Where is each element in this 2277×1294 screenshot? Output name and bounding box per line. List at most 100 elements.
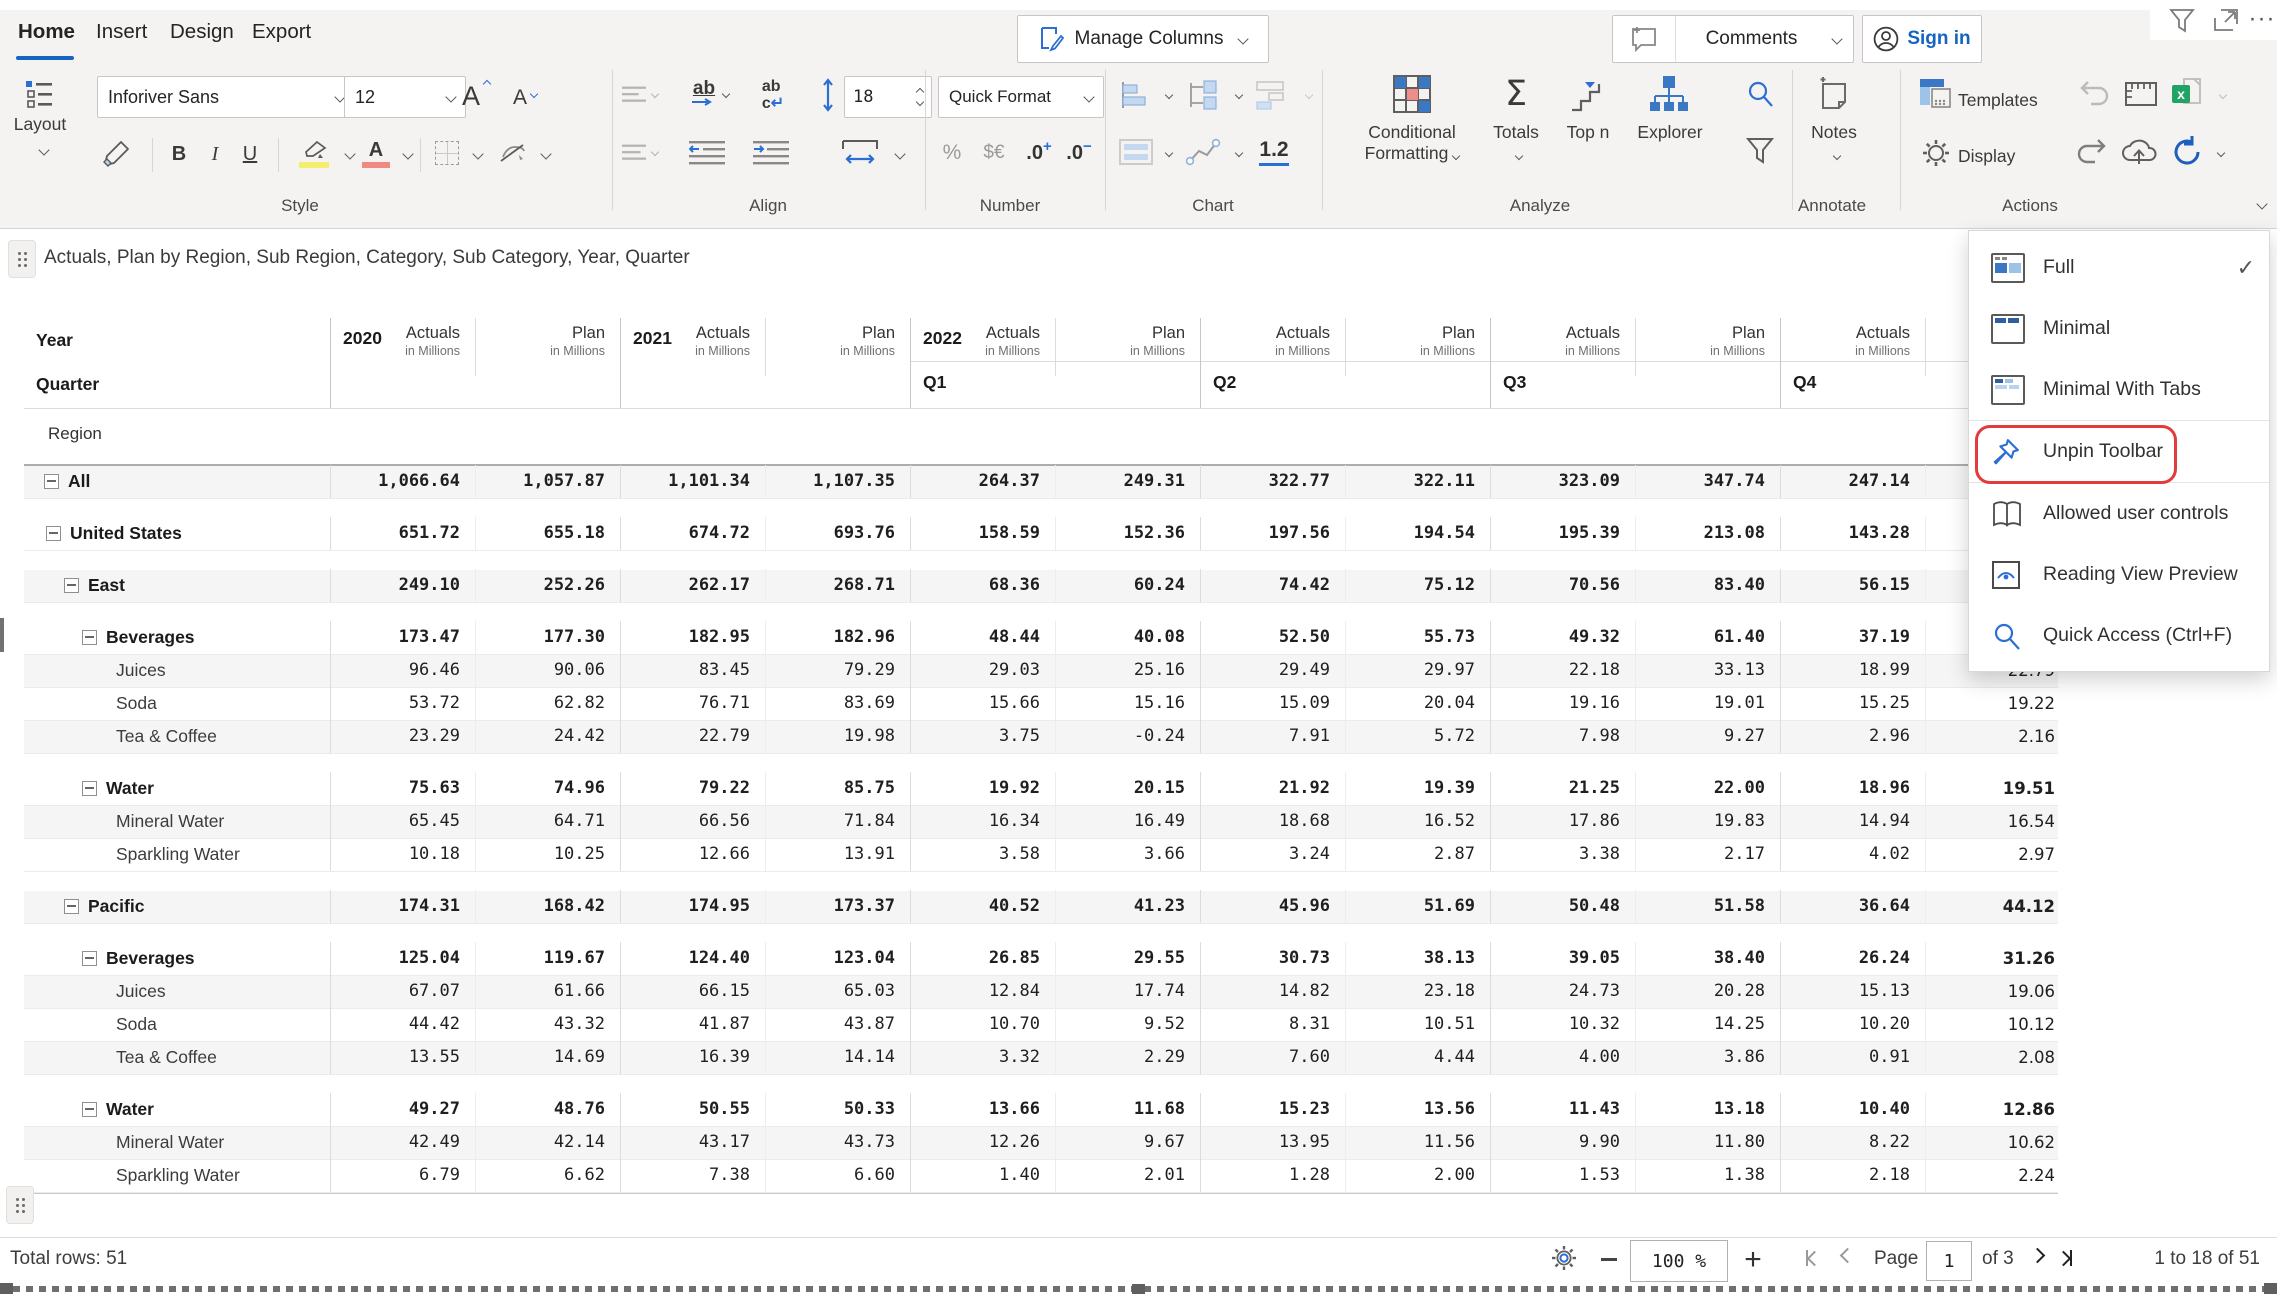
highlight-chevron-icon[interactable]	[344, 148, 355, 159]
value-cell[interactable]: 323.09	[1490, 465, 1635, 498]
bold-button[interactable]: B	[164, 136, 194, 172]
value-cell[interactable]: 19.83	[1635, 805, 1780, 838]
value-cell[interactable]: 43.87	[765, 1008, 910, 1041]
value-cell[interactable]: 79.22	[620, 772, 765, 805]
menu-item-minimal-with-tabs[interactable]: Minimal With Tabs	[1969, 359, 2269, 420]
value-cell[interactable]: 322.77	[1200, 465, 1345, 498]
highlight-color-button[interactable]	[292, 134, 336, 174]
zoom-out-button[interactable]	[1596, 1248, 1622, 1270]
value-cell[interactable]: 19.01	[1635, 687, 1780, 720]
comments-button[interactable]: Comments	[1612, 15, 1854, 63]
manage-columns-button[interactable]: Manage Columns	[1017, 15, 1269, 63]
value-cell[interactable]: 1,101.34	[620, 465, 765, 498]
top-n-button[interactable]	[1566, 72, 1610, 116]
value-cell[interactable]: 19.92	[910, 772, 1055, 805]
value-cell[interactable]: 10.32	[1490, 1008, 1635, 1041]
row-label[interactable]: All	[68, 471, 90, 492]
value-cell[interactable]: 8.22	[1780, 1126, 1925, 1159]
value-cell[interactable]: 22.79	[620, 720, 765, 753]
value-cell[interactable]: 247.14	[1780, 465, 1925, 498]
excel-chevron-icon[interactable]	[2219, 91, 2227, 99]
totals-button[interactable]: Σ	[1496, 72, 1536, 116]
value-cell[interactable]: 268.71	[765, 569, 910, 602]
value-cell[interactable]: 6.62	[475, 1159, 620, 1192]
value-cell[interactable]: 13.55	[330, 1041, 475, 1074]
value-cell[interactable]: 51.58	[1635, 890, 1780, 923]
value-cell[interactable]: 7.98	[1490, 720, 1635, 753]
selection-handle[interactable]	[0, 1283, 13, 1294]
value-cell[interactable]: 19.22	[1925, 687, 2058, 720]
value-cell[interactable]: 12.86	[1925, 1093, 2058, 1126]
value-cell[interactable]: 10.20	[1780, 1008, 1925, 1041]
value-cell[interactable]: 3.86	[1635, 1041, 1780, 1074]
value-cell[interactable]: 64.71	[475, 805, 620, 838]
value-cell[interactable]: 11.80	[1635, 1126, 1780, 1159]
value-cell[interactable]: 38.40	[1635, 942, 1780, 975]
layout-button[interactable]	[18, 76, 62, 112]
value-cell[interactable]: 55.73	[1345, 621, 1490, 654]
collapse-icon[interactable]	[64, 578, 79, 593]
value-cell[interactable]: 14.94	[1780, 805, 1925, 838]
value-cell[interactable]: 30.73	[1200, 942, 1345, 975]
collapse-icon[interactable]	[82, 951, 97, 966]
value-cell[interactable]: 41.23	[1055, 890, 1200, 923]
value-cell[interactable]: 2.08	[1925, 1041, 2058, 1074]
value-cell[interactable]: 42.14	[475, 1126, 620, 1159]
borders-chevron-icon[interactable]	[472, 148, 483, 159]
value-cell[interactable]: 61.66	[475, 975, 620, 1008]
conditional-formatting-button[interactable]	[1390, 72, 1434, 116]
value-cell[interactable]: 182.95	[620, 621, 765, 654]
zoom-in-button[interactable]: +	[1738, 1242, 1768, 1278]
value-cell[interactable]: 19.98	[765, 720, 910, 753]
value-cell[interactable]: 195.39	[1490, 517, 1635, 550]
value-cell[interactable]: 40.08	[1055, 621, 1200, 654]
value-cell[interactable]: 76.71	[620, 687, 765, 720]
decrease-font-button[interactable]: A	[506, 80, 546, 116]
bar-chart-button[interactable]	[1116, 76, 1156, 114]
value-cell[interactable]: 15.23	[1200, 1093, 1345, 1126]
value-cell[interactable]: 74.42	[1200, 569, 1345, 602]
value-cell[interactable]: 15.13	[1780, 975, 1925, 1008]
value-cell[interactable]: 14.82	[1200, 975, 1345, 1008]
menu-item-unpin-toolbar[interactable]: Unpin Toolbar	[1969, 421, 2269, 482]
value-cell[interactable]: 123.04	[765, 942, 910, 975]
value-cell[interactable]: 42.49	[330, 1126, 475, 1159]
filter-button[interactable]	[1742, 132, 1778, 172]
collapse-ribbon-chevron-icon[interactable]	[2256, 198, 2267, 209]
menu-item-allowed-user-controls[interactable]: Allowed user controls	[1969, 483, 2269, 544]
value-cell[interactable]: 68.36	[910, 569, 1055, 602]
value-cell[interactable]: 21.25	[1490, 772, 1635, 805]
value-cell[interactable]: 43.32	[475, 1008, 620, 1041]
value-cell[interactable]: 48.76	[475, 1093, 620, 1126]
value-cell[interactable]: 43.17	[620, 1126, 765, 1159]
value-cell[interactable]: 16.54	[1925, 805, 2058, 838]
card-chart-chevron-icon[interactable]	[1165, 149, 1173, 157]
value-cell[interactable]: 29.49	[1200, 654, 1345, 687]
value-cell[interactable]: 1.28	[1200, 1159, 1345, 1192]
value-cell[interactable]: 1,107.35	[765, 465, 910, 498]
row-label[interactable]: Beverages	[106, 948, 195, 969]
value-cell[interactable]: 2.17	[1635, 838, 1780, 871]
value-cell[interactable]: 9.67	[1055, 1126, 1200, 1159]
value-cell[interactable]: 75.63	[330, 772, 475, 805]
value-cell[interactable]: 29.97	[1345, 654, 1490, 687]
collapse-icon[interactable]	[82, 630, 97, 645]
value-cell[interactable]: 13.18	[1635, 1093, 1780, 1126]
value-cell[interactable]: 44.12	[1925, 890, 2058, 923]
value-cell[interactable]: 15.25	[1780, 687, 1925, 720]
ruler-button[interactable]	[2122, 76, 2160, 110]
value-cell[interactable]: 16.39	[620, 1041, 765, 1074]
value-cell[interactable]: 83.45	[620, 654, 765, 687]
value-cell[interactable]: 174.31	[330, 890, 475, 923]
value-cell[interactable]: 6.60	[765, 1159, 910, 1192]
collapse-icon[interactable]	[82, 1102, 97, 1117]
value-cell[interactable]: 60.24	[1055, 569, 1200, 602]
decrease-decimal-button[interactable]: .0−	[1062, 136, 1096, 170]
value-cell[interactable]: 33.13	[1635, 654, 1780, 687]
value-cell[interactable]: 7.91	[1200, 720, 1345, 753]
value-cell[interactable]: 3.58	[910, 838, 1055, 871]
row-label[interactable]: Sparkling Water	[116, 844, 240, 865]
collapse-icon[interactable]	[46, 526, 61, 541]
value-cell[interactable]: 44.42	[330, 1008, 475, 1041]
font-color-button[interactable]: A	[358, 134, 394, 174]
